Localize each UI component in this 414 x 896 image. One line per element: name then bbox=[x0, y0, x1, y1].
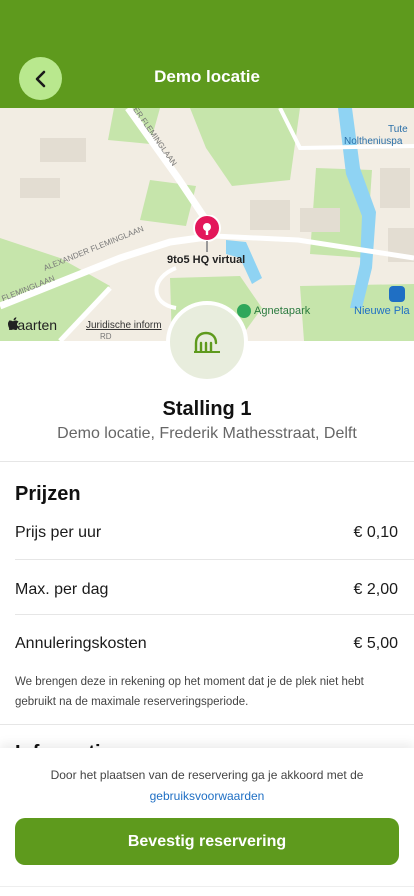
price-value: € 5,00 bbox=[353, 635, 398, 652]
map-attribution: Kaarten bbox=[8, 317, 57, 333]
bike-rack-avatar bbox=[166, 301, 248, 383]
map-label-station: Nieuwe Pla bbox=[354, 305, 410, 317]
page-title: Demo locatie bbox=[154, 67, 260, 86]
divider bbox=[15, 559, 414, 560]
price-label: Prijs per uur bbox=[15, 524, 102, 541]
terms-link[interactable]: gebruiksvoorwaarden bbox=[0, 789, 414, 803]
price-value: € 0,10 bbox=[353, 524, 398, 541]
cancellation-note: We brengen deze in rekening op het momen… bbox=[15, 676, 364, 708]
header: Demo locatie bbox=[0, 0, 414, 108]
train-station-icon bbox=[389, 286, 405, 302]
divider bbox=[0, 724, 414, 725]
location-address: Demo locatie, Frederik Mathesstraat, Del… bbox=[57, 425, 357, 442]
price-row-hour: Prijs per uur € 0,10 bbox=[15, 524, 398, 542]
map-label-noltheniuspark: Noltheniuspa bbox=[344, 136, 403, 147]
map-label-street-bottom: RD bbox=[100, 332, 112, 341]
map-label-park: Agnetapark bbox=[254, 305, 311, 317]
map-label-tute: Tute bbox=[388, 124, 408, 135]
divider bbox=[15, 614, 414, 615]
apple-logo-icon bbox=[8, 317, 19, 330]
price-row-day: Max. per dag € 2,00 bbox=[15, 581, 398, 599]
map-pin-icon bbox=[193, 215, 221, 252]
reservation-footer: Door het plaatsen van de reservering ga … bbox=[0, 748, 414, 896]
terms-text: Door het plaatsen van de reservering ga … bbox=[50, 768, 364, 782]
price-row-cancellation: Annuleringskosten € 5,00 bbox=[15, 635, 398, 653]
divider bbox=[0, 886, 414, 887]
map-label-poi: 9to5 HQ virtual bbox=[167, 254, 246, 266]
divider bbox=[0, 461, 414, 462]
confirm-reservation-button[interactable]: Bevestig reservering bbox=[15, 818, 399, 865]
legal-info-link[interactable]: Juridische inform bbox=[86, 320, 162, 331]
bike-rack-icon bbox=[194, 331, 220, 353]
prices-title: Prijzen bbox=[15, 483, 81, 505]
location-name: Stalling 1 bbox=[162, 398, 252, 420]
price-label: Max. per dag bbox=[15, 581, 109, 598]
price-value: € 2,00 bbox=[353, 581, 398, 598]
price-label: Annuleringskosten bbox=[15, 635, 147, 652]
